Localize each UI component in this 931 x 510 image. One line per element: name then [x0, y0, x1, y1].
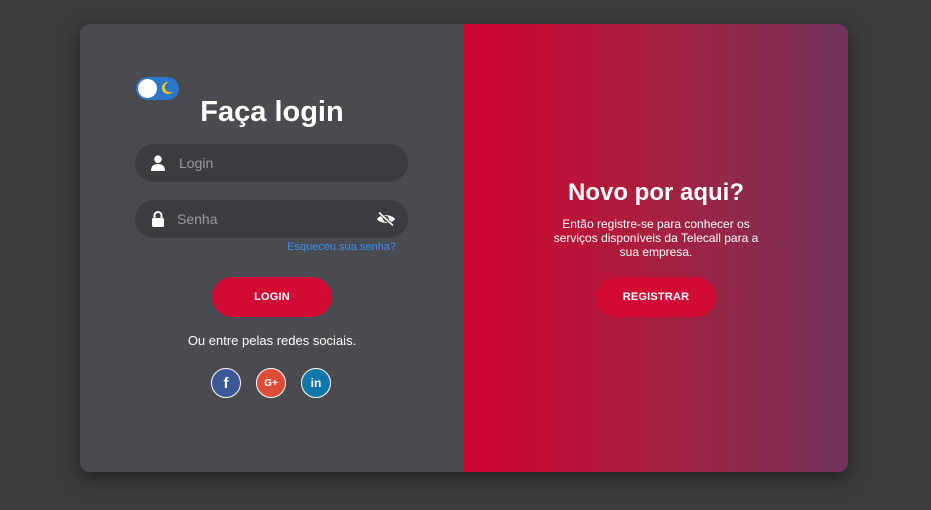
eye-slash-icon[interactable]	[376, 211, 396, 227]
facebook-icon: f	[223, 374, 229, 392]
login-card: Faça login Esqueceu sua senha?	[80, 24, 848, 472]
register-title: Novo por aqui?	[568, 179, 744, 206]
login-input[interactable]	[179, 155, 359, 171]
lock-icon	[152, 211, 164, 227]
login-field[interactable]	[135, 144, 408, 182]
user-icon	[151, 155, 165, 171]
linkedin-button[interactable]: in	[301, 368, 331, 398]
password-field[interactable]	[135, 200, 408, 238]
login-panel: Faça login Esqueceu sua senha?	[80, 24, 464, 472]
page-title: Faça login	[200, 96, 344, 128]
google-plus-icon: G+	[264, 377, 278, 389]
register-panel: Novo por aqui? Então registre-se para co…	[464, 24, 848, 472]
moon-icon	[161, 81, 173, 94]
social-login-text: Ou entre pelas redes sociais.	[187, 333, 357, 348]
login-button[interactable]: LOGIN	[212, 277, 332, 317]
facebook-button[interactable]: f	[211, 368, 241, 398]
google-plus-button[interactable]: G+	[256, 368, 286, 398]
linkedin-icon: in	[310, 376, 322, 390]
password-input[interactable]	[177, 211, 357, 227]
register-button[interactable]: REGISTRAR	[596, 277, 716, 317]
register-description: Então registre-se para conhecer os servi…	[553, 217, 759, 259]
forgot-password-link[interactable]: Esqueceu sua senha?	[287, 241, 396, 253]
